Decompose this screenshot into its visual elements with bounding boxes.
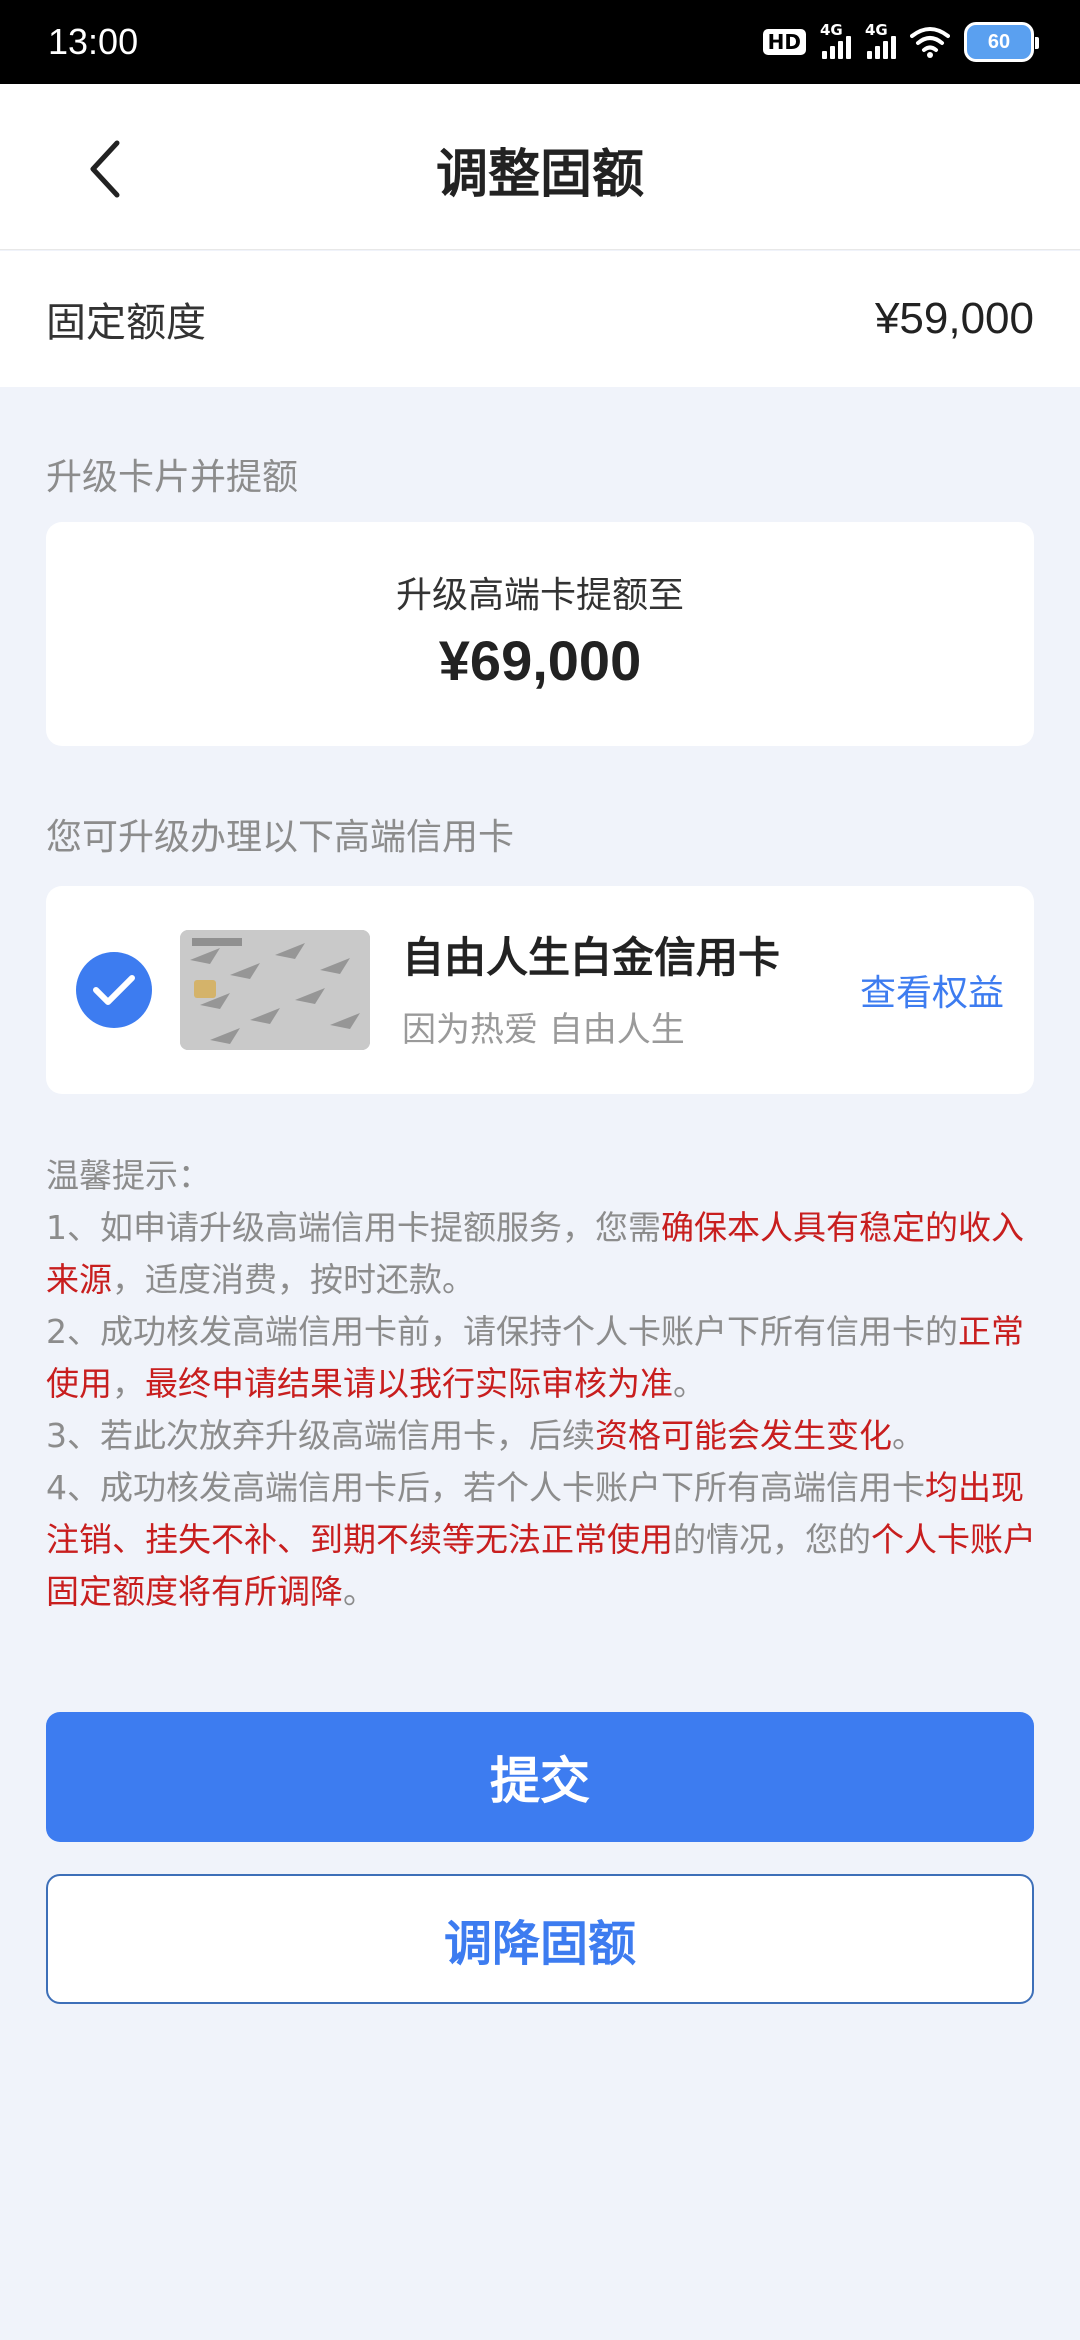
upgrade-card-amount: ¥69,000 xyxy=(438,629,642,692)
signal-icon-2: 4G xyxy=(865,21,896,59)
page-title: 调整固额 xyxy=(435,145,644,205)
fixed-limit-value: ¥59,000 xyxy=(874,294,1034,343)
tip-text: 。 xyxy=(673,1364,706,1403)
checkmark-icon[interactable] xyxy=(76,952,152,1028)
tips-list: 1、如申请升级高端信用卡提额服务，您需确保本人具有稳定的收入来源，适度消费，按时… xyxy=(46,1202,1036,1618)
nav-header: 调整固额 xyxy=(0,84,1080,250)
credit-card-option[interactable]: 自由人生白金信用卡 因为热爱 自由人生 查看权益 xyxy=(46,886,1034,1094)
tip-item: 3、若此次放弃升级高端信用卡，后续资格可能会发生变化。 xyxy=(46,1410,1036,1462)
tip-item: 2、成功核发高端信用卡前，请保持个人卡账户下所有信用卡的正常使用，最终申请结果请… xyxy=(46,1306,1036,1410)
status-bar: 13:00 HD 4G 4G 60 xyxy=(0,0,1080,84)
tip-item: 1、如申请升级高端信用卡提额服务，您需确保本人具有稳定的收入来源，适度消费，按时… xyxy=(46,1202,1036,1306)
status-time: 13:00 xyxy=(48,21,139,62)
submit-button[interactable]: 提交 xyxy=(46,1712,1034,1842)
tips-section: 温馨提示： 1、如申请升级高端信用卡提额服务，您需确保本人具有稳定的收入来源，适… xyxy=(46,1150,1036,1618)
tip-text: ， xyxy=(112,1364,145,1403)
tip-text: 2、成功核发高端信用卡前，请保持个人卡账户下所有信用卡的 xyxy=(46,1312,958,1351)
fixed-limit-row: 固定额度 ¥59,000 xyxy=(0,251,1080,387)
credit-card-image xyxy=(180,930,370,1050)
tip-text: 。 xyxy=(892,1416,925,1455)
tip-text: ，适度消费，按时还款。 xyxy=(112,1260,475,1299)
signal-icon: 4G xyxy=(820,21,851,59)
upgrade-card-subtitle: 升级高端卡提额至 xyxy=(395,575,684,616)
credit-card-name: 自由人生白金信用卡 xyxy=(402,933,781,982)
tip-text: 1、如申请升级高端信用卡提额服务，您需 xyxy=(46,1208,661,1247)
tip-text: 3、若此次放弃升级高端信用卡，后续 xyxy=(46,1416,595,1455)
wifi-icon xyxy=(910,27,950,58)
fixed-limit-label: 固定额度 xyxy=(46,300,206,346)
battery-icon: 60 xyxy=(964,22,1039,62)
tip-text: 。 xyxy=(343,1572,376,1611)
credit-card-slogan: 因为热爱 自由人生 xyxy=(402,1010,685,1050)
reduce-limit-button[interactable]: 调降固额 xyxy=(46,1874,1034,2004)
tip-text: 4、成功核发高端信用卡后，若个人卡账户下所有高端信用卡 xyxy=(46,1468,925,1507)
view-benefits-link[interactable]: 查看权益 xyxy=(860,964,1004,1016)
upgrade-limit-card: 升级高端卡提额至 ¥69,000 xyxy=(46,522,1034,746)
tip-highlight: 资格可能会发生变化 xyxy=(595,1416,892,1455)
upgrade-section-label: 升级卡片并提额 xyxy=(46,457,299,498)
tip-highlight: 最终申请结果请以我行实际审核为准 xyxy=(145,1364,673,1403)
tips-title: 温馨提示： xyxy=(46,1156,211,1195)
hd-icon: HD xyxy=(762,29,806,55)
status-icons: HD 4G 4G 60 xyxy=(762,21,1039,62)
tip-item: 4、成功核发高端信用卡后，若个人卡账户下所有高端信用卡均出现注销、挂失不补、到期… xyxy=(46,1462,1036,1618)
tip-text: 的情况，您的 xyxy=(673,1520,871,1559)
card-section-label: 您可升级办理以下高端信用卡 xyxy=(46,817,515,858)
